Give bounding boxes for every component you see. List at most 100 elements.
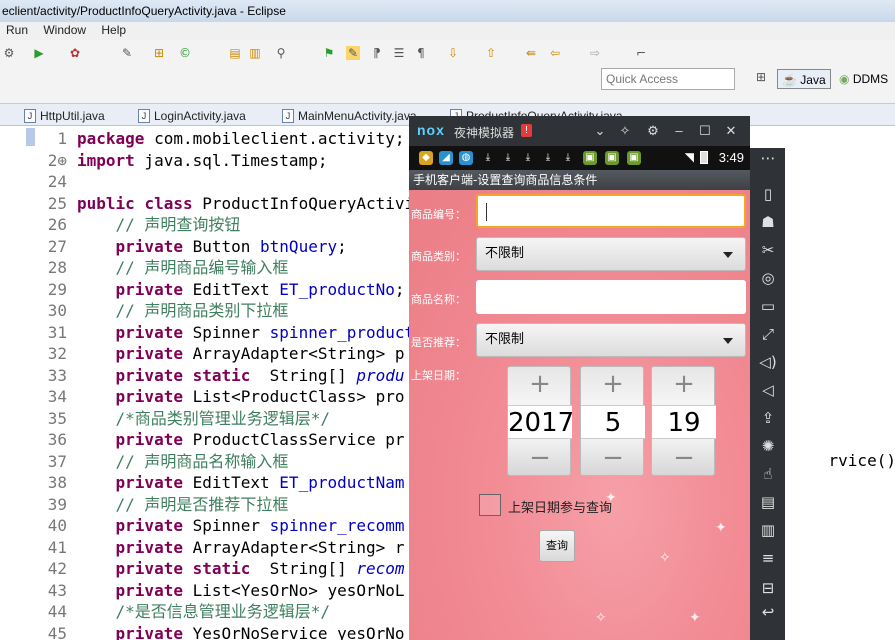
day-picker[interactable]: + 19 − bbox=[651, 366, 716, 476]
code-text: /*商品类别管理业务逻辑层*/ bbox=[77, 408, 331, 428]
pin-icon[interactable]: ⌐ bbox=[634, 46, 648, 60]
app-notification-icon: ▣ bbox=[583, 151, 597, 165]
highlight-icon[interactable]: ✎ bbox=[346, 46, 360, 60]
shake-icon[interactable]: ☝ bbox=[758, 464, 778, 484]
pilcrow-icon[interactable]: ¶ bbox=[414, 46, 428, 60]
menu-window[interactable]: Window bbox=[37, 22, 92, 38]
tab-httputil[interactable]: J HttpUtil.java bbox=[20, 106, 105, 126]
menu-run[interactable]: Run bbox=[0, 22, 34, 38]
mark-icon[interactable]: ⁋ bbox=[370, 46, 384, 60]
month-value[interactable]: 5 bbox=[581, 405, 645, 439]
record-icon[interactable]: ▤ bbox=[758, 492, 778, 512]
line-number: 2⊕ bbox=[47, 150, 67, 170]
line-number: 37 bbox=[47, 451, 67, 471]
more-icon[interactable]: ⋯ bbox=[758, 148, 778, 168]
query-button[interactable]: 查询 bbox=[539, 530, 575, 562]
line-number: 40 bbox=[47, 516, 67, 535]
product-name-label: 商品名称： bbox=[411, 293, 466, 306]
sparkle-decoration: ✦ bbox=[715, 520, 727, 536]
nox-logo: nox bbox=[417, 122, 445, 138]
download-icon: ⤓ bbox=[525, 152, 531, 163]
increment-icon[interactable]: + bbox=[652, 369, 716, 399]
open-folder-icon[interactable]: ▤ bbox=[228, 46, 242, 60]
loading-icon[interactable]: ✺ bbox=[758, 436, 778, 456]
scissors-icon[interactable]: ✂ bbox=[758, 240, 778, 260]
code-text: private ProductClassService pr bbox=[115, 430, 405, 449]
decrement-icon[interactable]: − bbox=[508, 443, 572, 473]
line-number: 35 bbox=[47, 408, 67, 428]
prev-annotation-icon[interactable]: ⇧ bbox=[484, 46, 498, 60]
tab-mainmenuactivity[interactable]: J MainMenuActivity.java bbox=[278, 106, 417, 126]
increment-icon[interactable]: + bbox=[581, 369, 645, 399]
close-icon[interactable]: ✕ bbox=[723, 123, 739, 139]
menu-help[interactable]: Help bbox=[95, 22, 132, 38]
code-text: // 声明查询按钮 bbox=[77, 215, 241, 234]
phone-icon[interactable]: ▯ bbox=[758, 184, 778, 204]
date-query-checkbox-label: 上架日期参与查询 bbox=[508, 501, 613, 516]
task-icon[interactable]: ⚑ bbox=[322, 46, 336, 60]
line-number: 24 bbox=[47, 172, 67, 191]
list-icon[interactable]: ☰ bbox=[392, 46, 406, 60]
install-apk-icon[interactable]: ⇪ bbox=[758, 408, 778, 428]
product-no-input[interactable] bbox=[476, 194, 746, 228]
line-number: 30 bbox=[47, 301, 67, 320]
minimize-icon[interactable]: – bbox=[671, 123, 687, 139]
query-form: ✦ ✧ ✦ ✧ ✦ 商品编号： 商品类别： 不限制 商品名称： 是否推荐： 不限… bbox=[409, 190, 750, 640]
fullscreen-icon[interactable]: ⤢ bbox=[758, 324, 778, 344]
gear-icon[interactable]: ⚙ bbox=[645, 123, 661, 139]
line-number: 26 bbox=[47, 215, 67, 234]
app-notification-icon: ◆ bbox=[419, 151, 433, 165]
pen-icon[interactable]: ✎ bbox=[120, 46, 134, 60]
settings-icon[interactable]: ⚙ bbox=[2, 46, 16, 60]
forward-icon[interactable]: ⇨ bbox=[588, 46, 602, 60]
tab-loginactivity[interactable]: J LoginActivity.java bbox=[134, 106, 246, 126]
search-icon[interactable]: ⚲ bbox=[274, 46, 288, 60]
maximize-icon[interactable]: ☐ bbox=[697, 123, 713, 139]
recommend-label: 是否推荐： bbox=[411, 336, 466, 349]
quick-access-placeholder: Quick Access bbox=[606, 72, 679, 86]
month-picker[interactable]: + 5 − bbox=[580, 366, 645, 476]
new-class-icon[interactable]: © bbox=[178, 46, 192, 60]
external-tools-icon[interactable]: ✿ bbox=[68, 46, 82, 60]
year-picker[interactable]: + 2017 − bbox=[507, 366, 574, 476]
date-query-checkbox[interactable] bbox=[479, 494, 501, 516]
product-name-input[interactable] bbox=[476, 280, 746, 314]
android-icon[interactable]: ☗ bbox=[758, 212, 778, 232]
volume-down-icon[interactable]: ◁ bbox=[758, 380, 778, 400]
product-class-spinner[interactable]: 不限制 bbox=[476, 237, 746, 271]
code-text: private Button btnQuery; bbox=[115, 236, 347, 256]
line-number: 29 bbox=[47, 279, 67, 299]
code-text: private YesOrNoService yesOrNo bbox=[115, 623, 405, 640]
location-icon[interactable]: ◎ bbox=[758, 268, 778, 288]
home-icon[interactable]: ⊟ bbox=[758, 578, 778, 598]
pin-icon[interactable]: ✧ bbox=[617, 123, 633, 139]
java-file-icon: J bbox=[138, 109, 150, 123]
run-icon[interactable]: ▶ bbox=[32, 46, 46, 60]
back-icon[interactable]: ⇦ bbox=[548, 46, 562, 60]
perspective-ddms-button[interactable]: ◉ DDMS bbox=[835, 69, 892, 89]
next-annotation-icon[interactable]: ⇩ bbox=[446, 46, 460, 60]
last-edit-icon[interactable]: ⇚ bbox=[524, 46, 538, 60]
chevron-down-icon[interactable]: ⌄ bbox=[592, 123, 608, 139]
code-text: private Spinner spinner_product bbox=[115, 322, 415, 342]
open-perspective-icon[interactable]: ⊞ bbox=[754, 70, 768, 84]
decrement-icon[interactable]: − bbox=[581, 443, 645, 473]
year-value[interactable]: 2017 bbox=[508, 405, 574, 439]
recommend-spinner[interactable]: 不限制 bbox=[476, 323, 746, 357]
line-number: 32 bbox=[47, 344, 67, 363]
back-icon[interactable]: ↩ bbox=[758, 602, 778, 622]
line-number: 45 bbox=[47, 623, 67, 640]
perspective-java-button[interactable]: ☕ Java bbox=[777, 69, 831, 89]
multi-window-icon[interactable]: ▥ bbox=[758, 520, 778, 540]
code-text: private List<YesOrNo> yesOrNoL bbox=[115, 580, 405, 600]
decrement-icon[interactable]: − bbox=[652, 443, 716, 473]
quick-access-field[interactable]: Quick Access bbox=[601, 68, 735, 90]
menu-icon[interactable]: ≡ bbox=[758, 548, 778, 568]
folder-icon[interactable]: ▥ bbox=[248, 46, 262, 60]
day-value[interactable]: 19 bbox=[652, 405, 716, 439]
screen-icon[interactable]: ▭ bbox=[758, 296, 778, 316]
increment-icon[interactable]: + bbox=[508, 369, 572, 399]
new-package-icon[interactable]: ⊞ bbox=[152, 46, 166, 60]
app-title-bar: 手机客户端-设置查询商品信息条件 bbox=[409, 170, 750, 190]
volume-up-icon[interactable]: ◁) bbox=[758, 352, 778, 372]
